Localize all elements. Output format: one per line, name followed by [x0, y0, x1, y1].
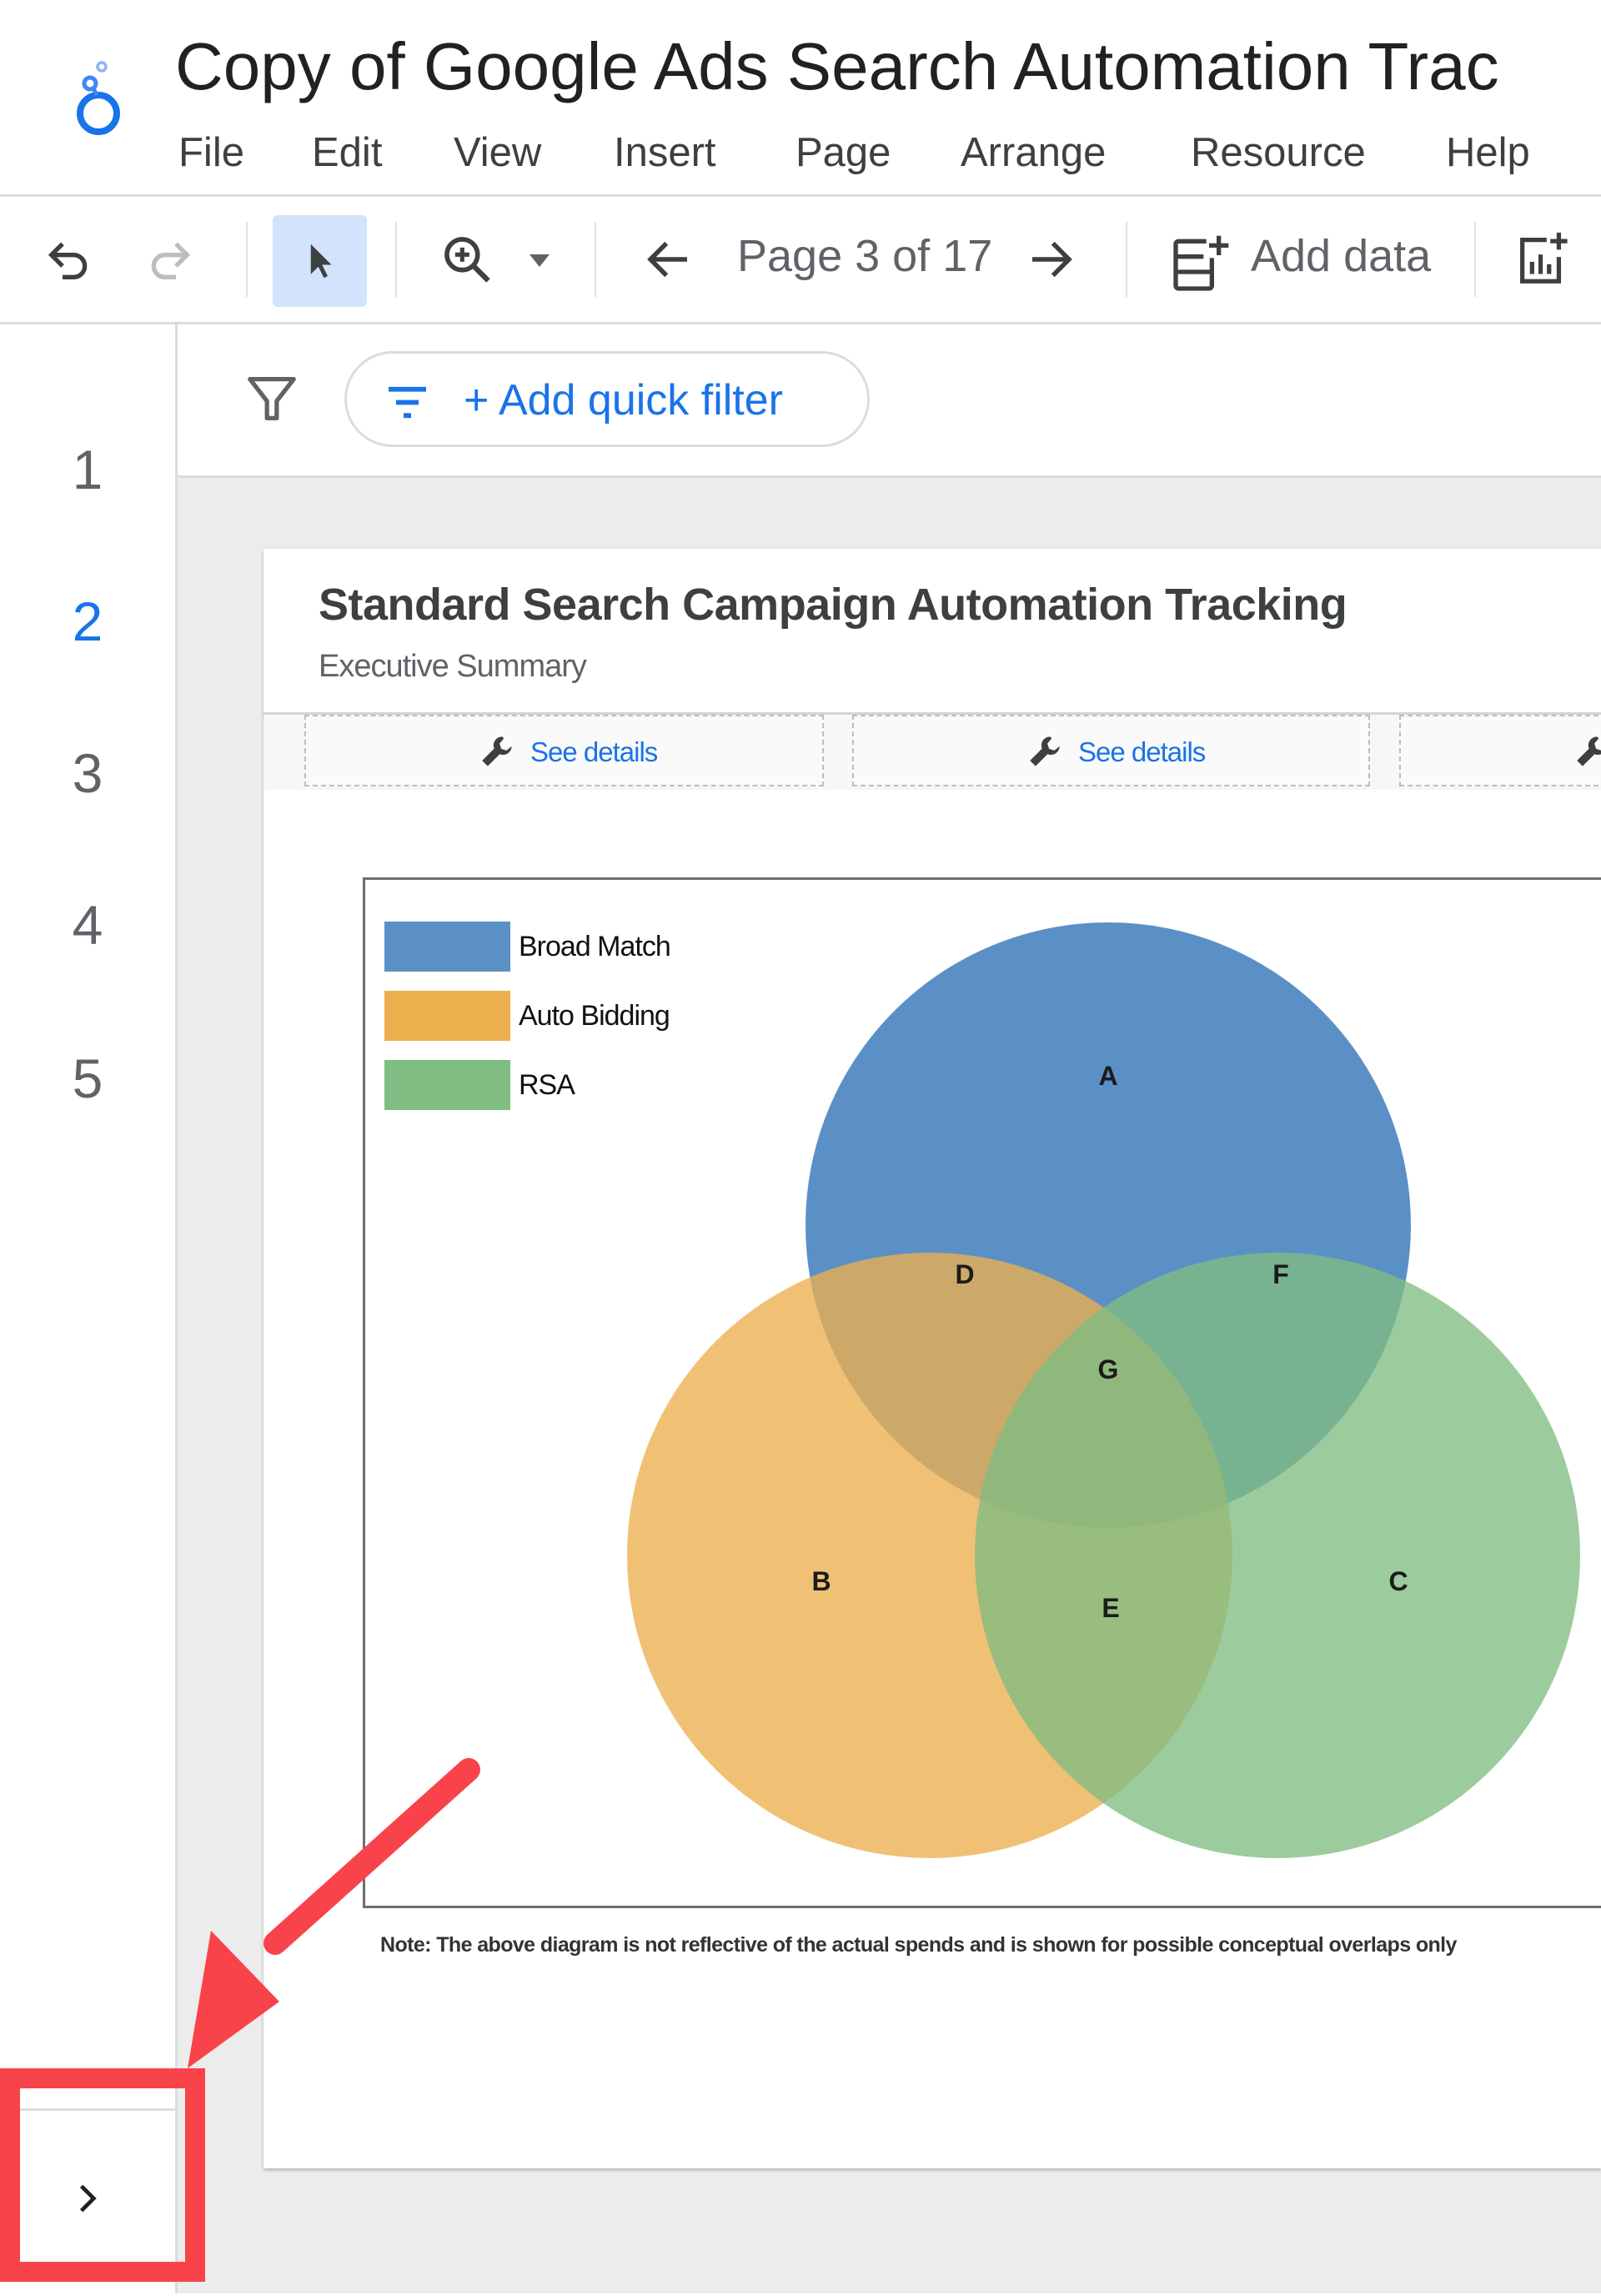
page-rail-footer [0, 2108, 175, 2296]
arrow-right-icon [1032, 241, 1072, 278]
app-header: Copy of Google Ads Search Automation Tra… [0, 0, 1601, 197]
add-quick-filter-label: + Add quick filter [464, 376, 783, 425]
filter-bar: + Add quick filter [178, 324, 1601, 478]
legend-swatch [384, 1060, 510, 1110]
venn-region-label-g: G [1098, 1354, 1119, 1384]
menu-resource[interactable]: Resource [1191, 129, 1366, 176]
zoom-in-icon [444, 237, 490, 283]
looker-studio-logo-icon[interactable] [68, 52, 127, 143]
legend-item-rsa: RSA [384, 1060, 575, 1110]
menu-edit[interactable]: Edit [312, 129, 382, 176]
venn-circle-rsa [975, 1253, 1580, 1858]
toolbar: Page 3 of 17 Add data [0, 197, 1601, 324]
toolbar-divider [1126, 222, 1127, 297]
undo-icon [48, 242, 88, 279]
add-data-icon [1173, 233, 1232, 291]
menu-help[interactable]: Help [1446, 129, 1530, 176]
chart-note: Note: The above diagram is not reflectiv… [380, 1933, 1457, 1957]
filter-list-icon [389, 386, 426, 419]
menu-insert[interactable]: Insert [614, 129, 716, 176]
venn-region-label-c: C [1388, 1566, 1408, 1596]
chevron-right-icon [79, 2184, 97, 2213]
details-box[interactable]: See details [304, 715, 824, 786]
undo-button[interactable] [40, 230, 98, 289]
legend-item-broad-match: Broad Match [384, 922, 671, 972]
select-tool-button[interactable] [273, 215, 367, 307]
wrench-icon [482, 736, 512, 766]
arrow-left-icon [647, 241, 687, 278]
venn-region-label-b: B [811, 1566, 831, 1596]
page-item-3[interactable]: 3 [0, 741, 175, 805]
legend-label: Broad Match [519, 930, 671, 962]
report-page: Standard Search Campaign Automation Trac… [263, 549, 1601, 2168]
add-quick-filter-button[interactable]: + Add quick filter [344, 351, 870, 447]
wrench-icon [1577, 736, 1601, 766]
toolbar-divider [595, 222, 596, 297]
legend-label: Auto Bidding [519, 999, 670, 1032]
toolbar-divider [1474, 222, 1476, 297]
wrench-icon [1030, 736, 1060, 766]
add-chart-button[interactable] [1513, 230, 1571, 289]
see-details-link[interactable]: See details [1078, 736, 1206, 768]
details-box[interactable]: See details [852, 715, 1370, 786]
legend-swatch [384, 922, 510, 972]
menu-arrange[interactable]: Arrange [961, 129, 1106, 176]
legend-swatch [384, 991, 510, 1041]
details-strip: See details See details See details [263, 712, 1601, 790]
caret-down-icon [529, 254, 550, 267]
venn-diagram-chart[interactable]: A B C D E F G Broad Match Auto Bidding RSA [363, 877, 1601, 1908]
legend-item-auto-bidding: Auto Bidding [384, 991, 670, 1041]
zoom-dropdown[interactable] [510, 230, 569, 289]
expand-pages-button[interactable] [50, 2161, 125, 2236]
add-data-button[interactable]: Add data [1159, 215, 1451, 307]
see-details-link[interactable]: See details [530, 736, 658, 768]
zoom-button[interactable] [438, 230, 496, 289]
details-box[interactable]: See details [1399, 715, 1601, 786]
add-chart-icon [1520, 232, 1568, 284]
menu-page[interactable]: Page [795, 129, 891, 176]
page-item-2[interactable]: 2 [0, 590, 175, 653]
previous-page-button[interactable] [640, 230, 698, 289]
report-title[interactable]: Standard Search Campaign Automation Trac… [319, 579, 1348, 631]
page-item-5[interactable]: 5 [0, 1047, 175, 1110]
report-subtitle[interactable]: Executive Summary [319, 649, 587, 685]
menu-file[interactable]: File [178, 129, 244, 176]
pointer-icon [310, 244, 332, 279]
venn-region-label-d: D [955, 1259, 974, 1289]
toolbar-divider [246, 222, 248, 297]
page-item-4[interactable]: 4 [0, 893, 175, 957]
document-title[interactable]: Copy of Google Ads Search Automation Tra… [175, 28, 1499, 105]
venn-region-label-f: F [1272, 1259, 1289, 1289]
filter-icon[interactable] [243, 369, 301, 428]
page-item-1[interactable]: 1 [0, 438, 175, 501]
page-list-rail: 1 2 3 4 5 [0, 324, 178, 2293]
legend-label: RSA [519, 1068, 575, 1101]
venn-region-label-e: E [1102, 1593, 1119, 1623]
report-canvas: Standard Search Campaign Automation Trac… [178, 478, 1601, 2293]
next-page-button[interactable] [1021, 230, 1080, 289]
redo-button[interactable] [140, 230, 198, 289]
page-indicator: Page 3 of 17 [737, 231, 993, 281]
menu-view[interactable]: View [454, 129, 541, 176]
toolbar-divider [395, 222, 397, 297]
venn-region-label-a: A [1098, 1061, 1117, 1091]
add-data-label: Add data [1251, 231, 1432, 281]
redo-icon [151, 242, 191, 279]
